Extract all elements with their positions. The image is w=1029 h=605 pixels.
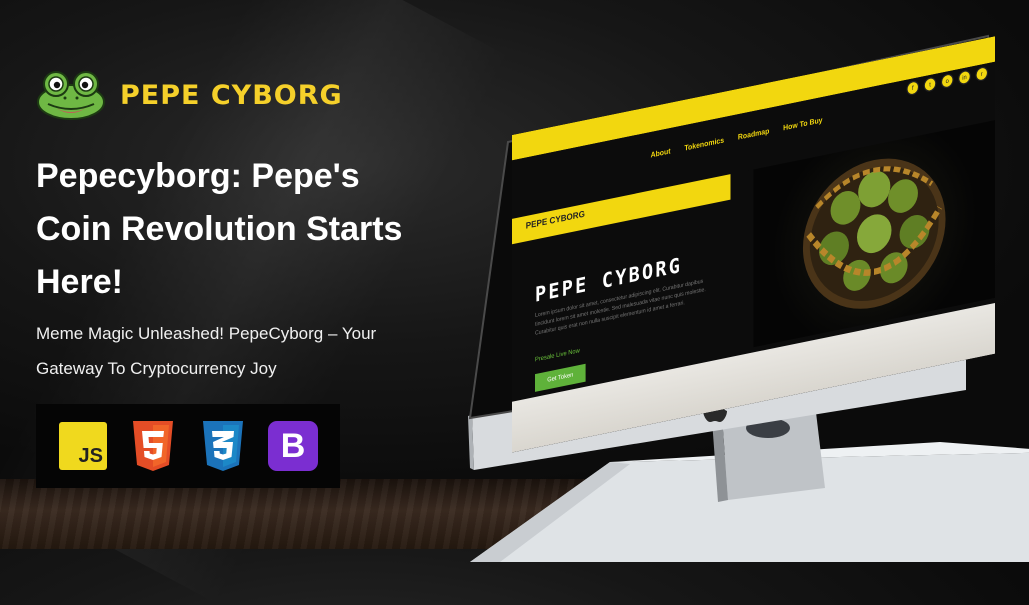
nav-link-how-to-buy[interactable]: How To Buy: [783, 117, 822, 133]
brand-name: PEPE CYBORG: [120, 79, 343, 111]
linkedin-icon[interactable]: in: [958, 69, 971, 86]
facebook-icon[interactable]: f: [906, 79, 920, 97]
site-logo[interactable]: PEPE CYBORG: [526, 210, 585, 231]
bootstrap-label: B: [268, 421, 318, 471]
imac-mockup: f t o in r About Tokenomics Roadmap How …: [460, 30, 1020, 530]
tech-stack-panel: JS B: [36, 404, 340, 488]
javascript-label: JS: [78, 445, 103, 467]
page-subheadline: Meme Magic Unleashed! PepeCyborg – Your …: [36, 324, 377, 378]
page-headline: Pepecyborg: Pepe's Coin Revolution Start…: [36, 157, 403, 301]
instagram-icon[interactable]: o: [940, 72, 954, 90]
nav-link-about[interactable]: About: [651, 148, 671, 160]
css3-icon: [198, 421, 248, 471]
reddit-icon[interactable]: r: [975, 65, 989, 83]
frog-logo-icon: [37, 71, 105, 120]
brand-logo: PEPE CYBORG: [36, 70, 343, 120]
html5-icon: [128, 421, 178, 471]
javascript-icon: JS: [58, 421, 108, 471]
site-presale-label: Presale Live Now: [535, 347, 580, 364]
nav-link-tokenomics[interactable]: Tokenomics: [684, 137, 724, 153]
bootstrap-icon: B: [268, 421, 318, 471]
nav-link-roadmap[interactable]: Roadmap: [738, 128, 769, 142]
twitter-icon[interactable]: t: [923, 76, 937, 93]
